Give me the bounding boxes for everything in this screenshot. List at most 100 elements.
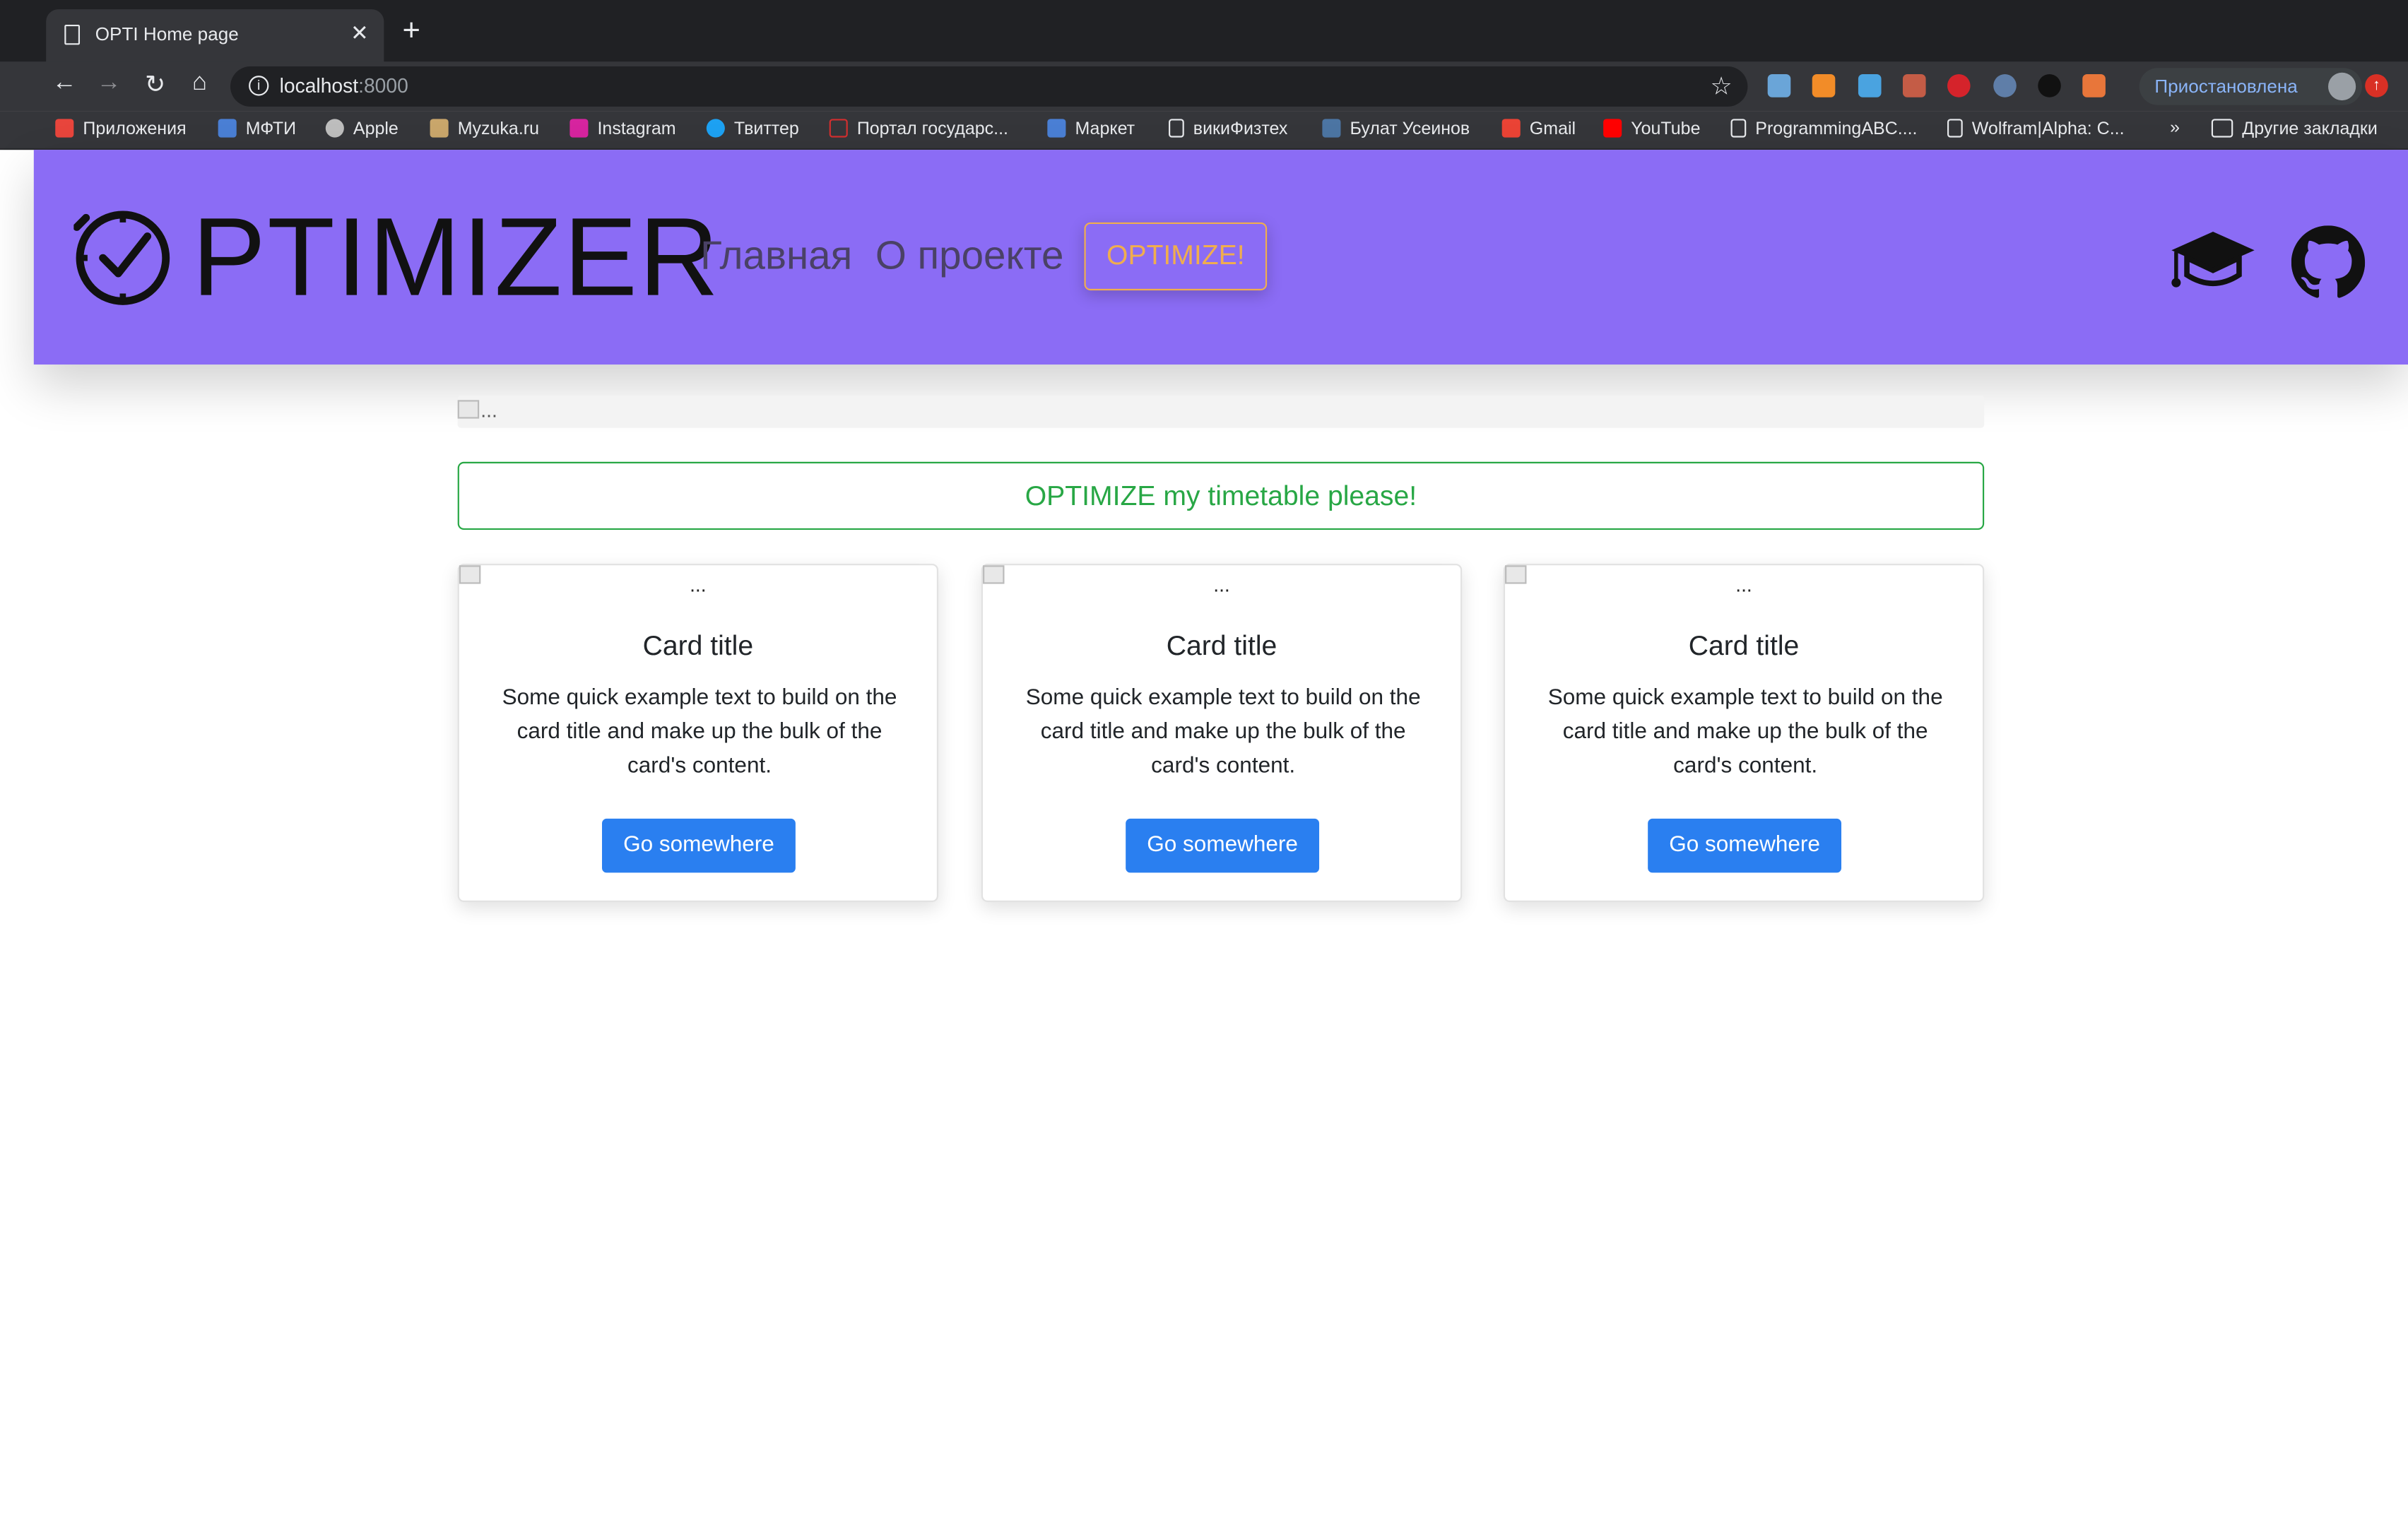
close-tab-icon[interactable]: ✕	[350, 20, 369, 46]
bookmark-label: Myzuka.ru	[457, 120, 540, 139]
browser-tab[interactable]: OPTI Home page ✕	[46, 9, 384, 62]
bookmark-label: Портал государс...	[856, 120, 1009, 139]
adblock-icon[interactable]	[1947, 73, 1971, 97]
market-icon	[1047, 119, 1066, 138]
profile-button[interactable]: Приостановлена	[2139, 68, 2362, 105]
card: ... Card title Some quick example text t…	[1503, 564, 1985, 902]
profile-status: Приостановлена	[2154, 76, 2298, 97]
cloud-icon[interactable]	[1858, 73, 1882, 97]
bookmark-label: викиФизтех	[1193, 120, 1288, 139]
bookmark-label: YouTube	[1631, 120, 1701, 139]
github-icon[interactable]	[2291, 225, 2366, 300]
bookmark-label: Приложения	[83, 120, 187, 139]
apple-icon	[325, 119, 344, 138]
bookmark-label: Маркет	[1075, 120, 1135, 139]
bookmark-gmail[interactable]: Gmail	[1501, 119, 1576, 139]
card-image-alt: ...	[690, 573, 707, 597]
go-somewhere-button[interactable]: Go somewhere	[602, 818, 796, 873]
address-bar[interactable]: i localhost:8000 ☆	[230, 66, 1748, 107]
card-text: Some quick example text to build on the …	[502, 685, 897, 779]
bookmarks-overflow[interactable]: »	[2170, 119, 2180, 137]
vue-devtools-icon[interactable]	[1993, 73, 2017, 97]
bookmark-label: Apple	[353, 120, 399, 139]
bookmark-vk[interactable]: Булат Усеинов	[1322, 119, 1470, 139]
graduation-cap-icon[interactable]	[2168, 227, 2258, 292]
page-icon	[64, 24, 81, 45]
youtube-icon	[1603, 119, 1622, 138]
bookmark-label: Wolfram|Alpha: C...	[1971, 120, 2125, 139]
browser-toolbar: ← → ↻ ⌂ i localhost:8000 ☆ Приостановлен…	[0, 61, 2408, 112]
url-port: :8000	[358, 73, 408, 97]
card-title: Card title	[642, 630, 754, 661]
extension-icon[interactable]	[1902, 73, 1926, 97]
bookmark-wikiphystech[interactable]: викиФизтех	[1169, 119, 1288, 139]
bookmark-label: МФТИ	[245, 120, 297, 139]
card-image-alt: ...	[1735, 573, 1752, 597]
banner-image: ...	[457, 395, 1985, 428]
bookmark-apple[interactable]: Apple	[325, 119, 399, 139]
go-somewhere-button[interactable]: Go somewhere	[1648, 818, 1842, 873]
bookmark-label: Булат Усеинов	[1350, 120, 1470, 139]
back-arrow-icon[interactable]: ←	[47, 69, 81, 97]
bookmark-label: Другие закладки	[2242, 120, 2378, 139]
card-title: Card title	[1688, 630, 1800, 661]
logo-text[interactable]: PTIMIZER	[192, 202, 721, 313]
bookmark-mipt[interactable]: МФТИ	[218, 119, 297, 139]
forward-arrow-icon[interactable]: →	[92, 69, 126, 97]
extension-icon[interactable]	[1767, 73, 1791, 97]
optimize-timetable-button[interactable]: OPTIMIZE my timetable please!	[457, 461, 1985, 531]
banner-alt-text: ...	[480, 398, 497, 422]
card-text: Some quick example text to build on the …	[1547, 685, 1943, 779]
bookmark-star-icon[interactable]: ☆	[1711, 71, 1733, 102]
new-tab-button[interactable]: +	[402, 16, 420, 47]
bookmark-label: Твиттер	[733, 120, 799, 139]
browser-window: OPTI Home page ✕ + ← → ↻ ⌂ i localhost:8…	[0, 0, 2408, 1523]
bookmark-label: ProgrammingABC....	[1755, 120, 1918, 139]
card-text: Some quick example text to build on the …	[1025, 685, 1421, 779]
rss-icon[interactable]	[1812, 73, 1836, 97]
bookmark-market[interactable]: Маркет	[1047, 119, 1135, 139]
extension-icon[interactable]	[2082, 73, 2106, 97]
nav-link-home[interactable]: Главная	[700, 232, 852, 280]
bookmark-other[interactable]: Другие закладки	[2211, 119, 2378, 139]
card: ... Card title Some quick example text t…	[457, 564, 939, 902]
nav-link-about[interactable]: О проекте	[875, 232, 1064, 280]
document-icon	[1730, 119, 1747, 138]
broken-image-icon	[457, 400, 480, 419]
optimize-button[interactable]: OPTIMIZE!	[1084, 222, 1268, 291]
tab-strip: OPTI Home page ✕ +	[0, 0, 2408, 62]
url-text: localhost:8000	[280, 74, 408, 97]
bookmark-apps[interactable]: Приложения	[55, 119, 187, 139]
tab-title: OPTI Home page	[95, 23, 239, 45]
site-info-icon[interactable]: i	[249, 76, 269, 96]
bookmark-youtube[interactable]: YouTube	[1603, 119, 1701, 139]
mipt-icon	[218, 119, 237, 138]
avatar	[2328, 72, 2356, 101]
twitter-icon	[706, 119, 725, 138]
bookmark-gosuslugi[interactable]: Портал государс...	[829, 119, 1009, 139]
bookmark-programmingabc[interactable]: ProgrammingABC....	[1730, 119, 1918, 139]
bookmark-twitter[interactable]: Твиттер	[706, 119, 799, 139]
card-image-alt: ...	[1213, 573, 1230, 597]
music-icon	[430, 119, 449, 138]
home-icon[interactable]: ⌂	[183, 69, 217, 97]
bookmark-instagram[interactable]: Instagram	[569, 119, 676, 139]
bookmark-myzuka[interactable]: Myzuka.ru	[430, 119, 540, 139]
shield-icon[interactable]	[2038, 73, 2061, 97]
url-host: localhost	[279, 73, 359, 97]
reload-icon[interactable]: ↻	[138, 69, 172, 100]
bookmark-label: Instagram	[597, 120, 676, 139]
vk-icon	[1322, 119, 1341, 138]
apps-grid-icon	[55, 119, 74, 138]
document-icon	[1169, 119, 1184, 138]
go-somewhere-button[interactable]: Go somewhere	[1126, 818, 1320, 873]
banner-alt: ...	[457, 398, 497, 422]
clock-check-icon[interactable]	[73, 207, 172, 306]
bookmark-wolfram[interactable]: Wolfram|Alpha: C...	[1947, 119, 2125, 139]
bookmarks-bar: Приложения МФТИ Apple Myzuka.ru Instagra…	[0, 111, 2408, 150]
gov-portal-icon	[829, 119, 848, 138]
card-title: Card title	[1166, 630, 1277, 661]
gmail-icon	[1501, 119, 1521, 138]
bookmark-label: Gmail	[1529, 120, 1576, 139]
update-icon[interactable]: ↑	[2365, 73, 2388, 97]
